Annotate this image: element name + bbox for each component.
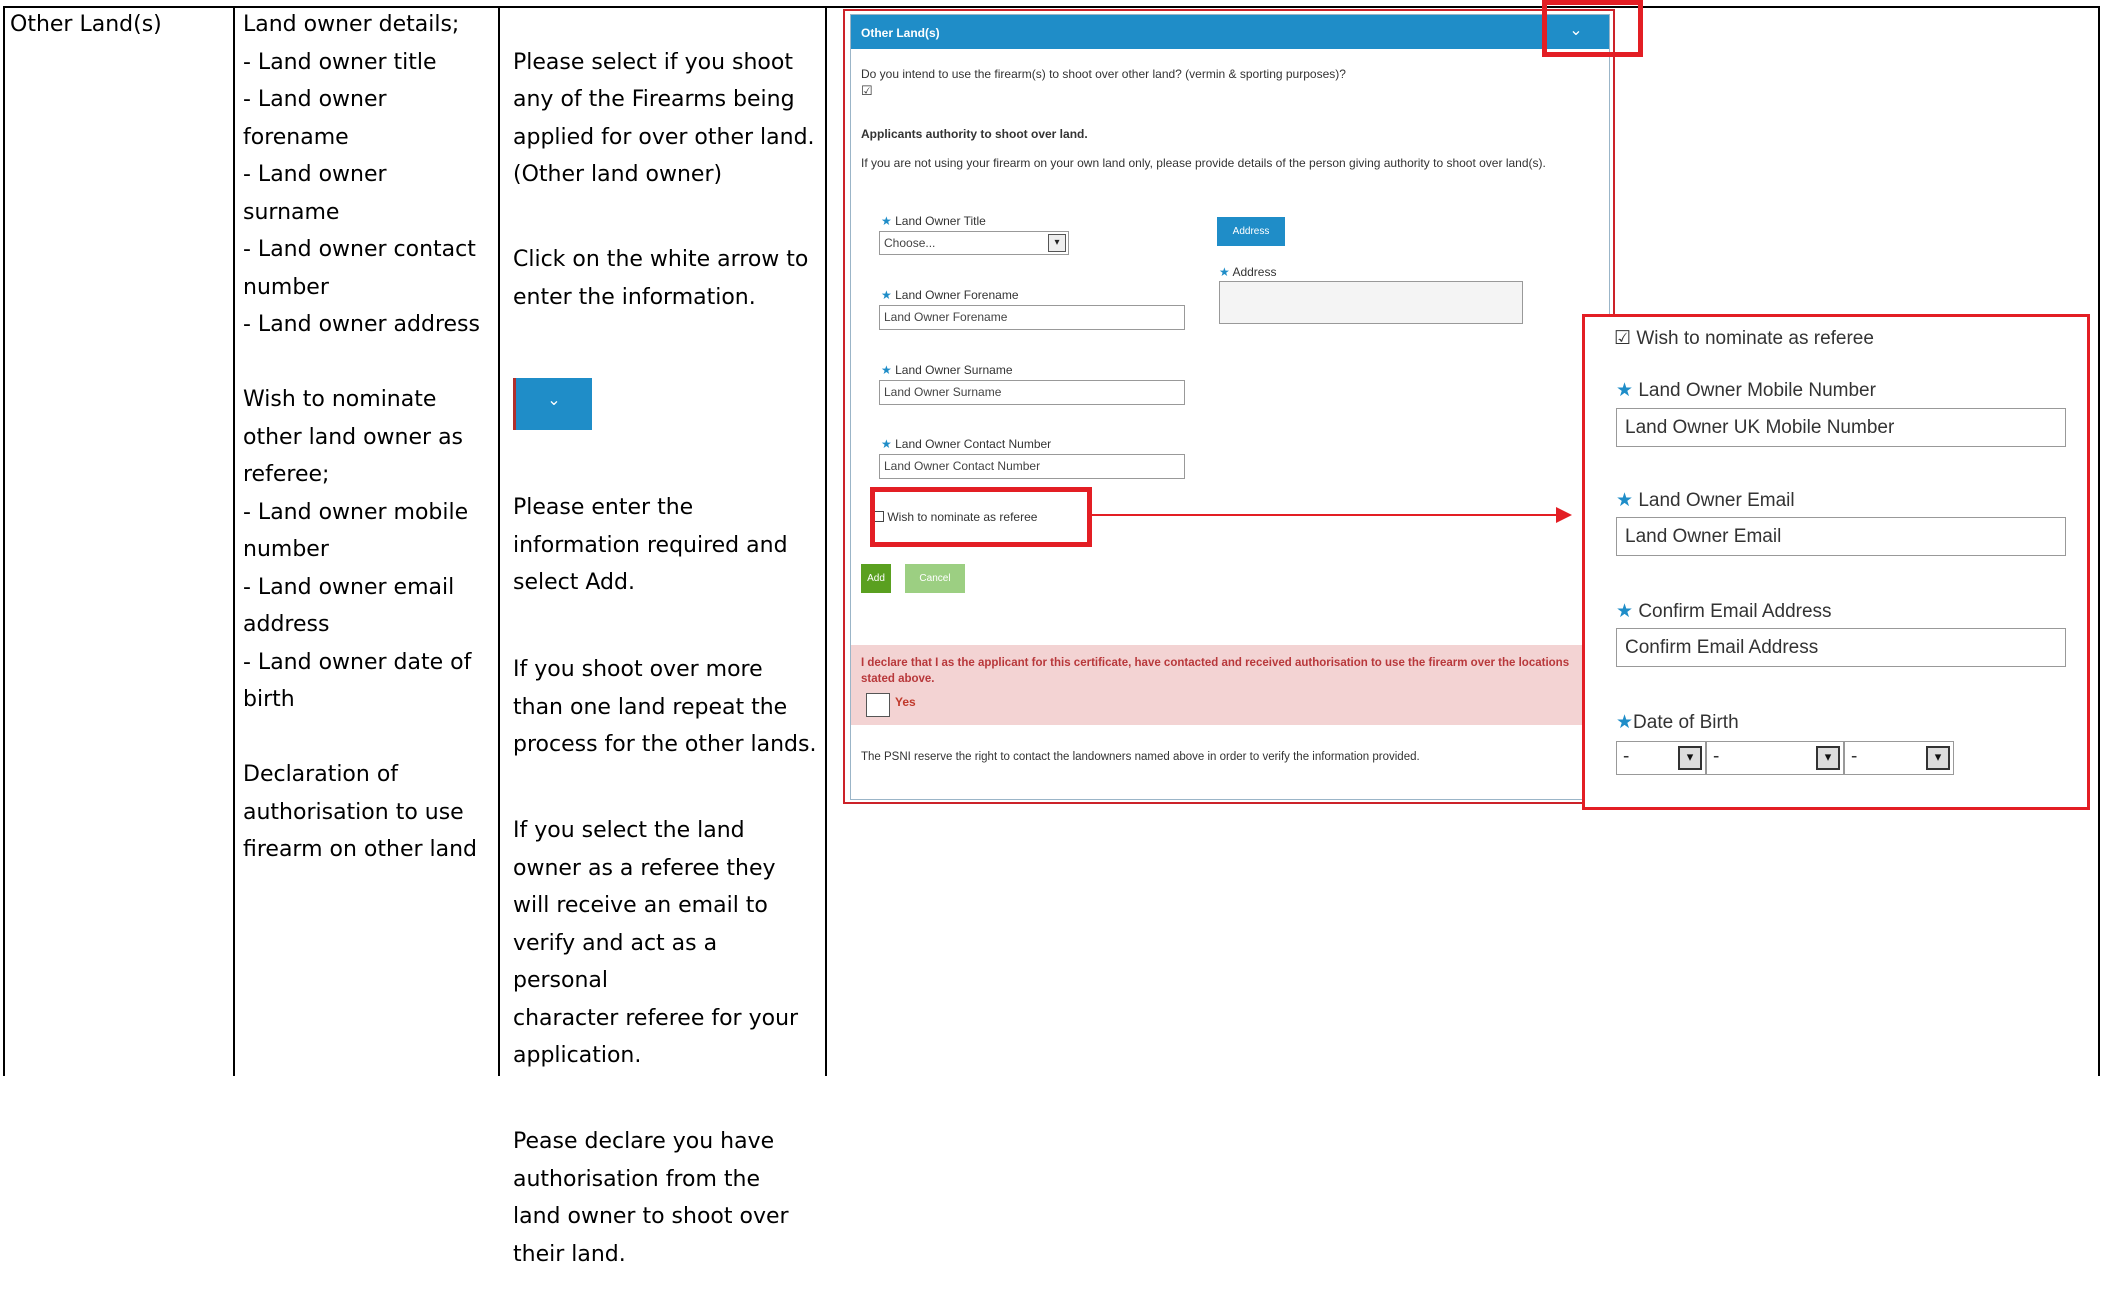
dob-day-select[interactable]: - ▾ [1616, 741, 1706, 775]
column-divider [498, 6, 500, 1076]
chevron-down-icon: ▾ [1816, 746, 1840, 770]
chevron-down-icon: ▾ [1678, 746, 1702, 770]
mobile-input[interactable]: Land Owner UK Mobile Number [1616, 408, 2066, 447]
document-page: Other Land(s) Land owner details; - Land… [0, 0, 2103, 1267]
contact-input[interactable]: Land Owner Contact Number [879, 454, 1185, 479]
instructions: Please select if you shoot any of the Fi… [513, 6, 818, 1311]
zoom-referee-checkbox-row[interactable]: ☑ Wish to nominate as referee [1614, 327, 1874, 350]
referee-highlight [870, 487, 1092, 547]
detail-line: - Land owner email [243, 574, 455, 600]
surname-input[interactable]: Land Owner Surname [879, 380, 1185, 405]
detail-line: - Land owner [243, 87, 387, 112]
detail-line: Declaration of [243, 762, 399, 787]
dob-label: ★Date of Birth [1616, 712, 1739, 733]
detail-line: firearm on other land [243, 837, 478, 862]
mobile-label: ★ Land Owner Mobile Number [1616, 380, 1876, 401]
detail-line: address [243, 612, 330, 637]
authority-title: Applicants authority to shoot over land. [861, 127, 1088, 141]
detail-line: birth [243, 687, 295, 712]
arrow-head-icon [1556, 507, 1572, 523]
instruction-select: Please select if you shoot any of the Fi… [513, 49, 815, 188]
instruction-declare: Pease declare you have authorisation fro… [513, 1129, 789, 1267]
address-label: ★ Address [1219, 265, 1277, 279]
zoom-referee-label: Wish to nominate as referee [1636, 328, 1874, 349]
column-divider [825, 6, 827, 1076]
referee-zoom-panel: ☑ Wish to nominate as referee ★ Land Own… [1582, 314, 2090, 810]
detail-line: - Land owner title [243, 49, 437, 75]
email-label: ★ Land Owner Email [1616, 490, 1795, 511]
surname-label: ★ Land Owner Surname [881, 363, 1013, 377]
authority-text: If you are not using your firearm on you… [861, 156, 1546, 170]
detail-line: - Land owner mobile [243, 499, 469, 525]
forename-label: ★ Land Owner Forename [881, 288, 1019, 302]
declaration-yes: Yes [895, 695, 916, 709]
other-lands-panel: Other Land(s) ⌄ Do you intend to use the… [850, 14, 1610, 800]
instruction-repeat: If you shoot over more than one land rep… [513, 657, 817, 757]
detail-line: - Land owner date of [243, 649, 472, 675]
address-button[interactable]: Address [1217, 217, 1285, 246]
confirm-email-input[interactable]: Confirm Email Address [1616, 628, 2066, 667]
dob-year-select[interactable]: - ▾ [1844, 741, 1954, 775]
detail-line: Wish to nominate [243, 387, 437, 412]
detail-line: authorisation to use [243, 799, 464, 825]
detail-line [243, 719, 480, 757]
detail-line: - Land owner contact [243, 237, 476, 262]
detail-line: other land owner as [243, 424, 464, 450]
question-checkbox[interactable]: ☑ [861, 83, 873, 99]
detail-line: - Land owner address [243, 312, 480, 337]
psni-note: The PSNI reserve the right to contact th… [861, 751, 1420, 763]
pointer-arrow [1090, 514, 1558, 516]
instruction-enter: Please enter the information required an… [513, 495, 788, 595]
detail-line: number [243, 537, 329, 562]
title-select[interactable]: Choose... ▾ [879, 231, 1069, 255]
declaration-text: I declare that I as the applicant for th… [861, 657, 1570, 685]
question-text: Do you intend to use the firearm(s) to s… [861, 67, 1346, 81]
detail-line [243, 344, 480, 382]
chevron-down-icon: ▾ [1926, 746, 1950, 770]
dob-month-select[interactable]: - ▾ [1706, 741, 1844, 775]
detail-line: surname [243, 199, 340, 225]
address-field[interactable] [1219, 281, 1523, 324]
chevron-down-icon: ▾ [1048, 234, 1066, 252]
instruction-referee: If you select the land owner as a refere… [513, 818, 799, 1068]
detail-line: number [243, 274, 329, 300]
field-details: Land owner details; - Land owner title -… [243, 6, 480, 869]
detail-line: Land owner details; [243, 12, 460, 37]
email-input[interactable]: Land Owner Email [1616, 517, 2066, 556]
add-button[interactable]: Add [861, 564, 891, 593]
declaration-checkbox[interactable] [866, 693, 890, 717]
checkbox-checked-icon[interactable]: ☑ [1614, 328, 1631, 349]
detail-line: - Land owner [243, 162, 387, 187]
chevron-down-icon: ⌄ [513, 377, 592, 430]
detail-line: referee; [243, 462, 330, 487]
field-name: Other Land(s) [10, 12, 162, 37]
chevron-highlight [1542, 0, 1643, 57]
detail-line: forename [243, 124, 349, 150]
instruction-click-arrow: Click on the white arrow to enter the in… [513, 247, 809, 310]
title-label: ★ Land Owner Title [881, 214, 986, 228]
column-divider [233, 6, 235, 1076]
forename-input[interactable]: Land Owner Forename [879, 305, 1185, 330]
confirm-email-label: ★ Confirm Email Address [1616, 601, 1832, 622]
contact-label: ★ Land Owner Contact Number [881, 437, 1052, 451]
form-screenshot: Other Land(s) ⌄ Do you intend to use the… [843, 9, 1615, 804]
panel-header: Other Land(s) [851, 15, 1609, 49]
cancel-button[interactable]: Cancel [905, 564, 965, 593]
